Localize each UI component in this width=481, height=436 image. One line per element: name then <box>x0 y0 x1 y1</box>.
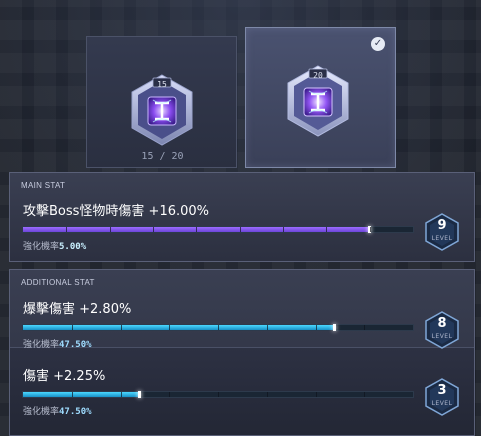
additional-stat-name: 爆擊傷害 +2.80% <box>23 302 132 317</box>
level-word: LEVEL <box>431 333 453 340</box>
chance-value: 47.50% <box>59 407 92 417</box>
main-stat-panel: MAIN STAT 攻擊Boss怪物時傷害 +16.00% 強化機率5.00% … <box>9 172 475 262</box>
core-gem-icon: 20 <box>285 64 351 142</box>
chance-value: 47.50% <box>59 340 92 350</box>
bar-segment-divider <box>71 392 73 397</box>
additional-stat-panel: ADDITIONAL STAT 爆擊傷害 +2.80% 強化機率47.50% 8… <box>9 269 475 436</box>
level-number: 3 <box>437 383 447 398</box>
core-level-label: 20 <box>313 71 323 80</box>
core-progress-text: 15 / 20 <box>141 151 184 162</box>
bar-segment-divider <box>66 227 68 232</box>
hexagon-level-badge-icon: 9 LEVEL <box>424 213 460 251</box>
level-number: 8 <box>437 316 447 331</box>
bar-segment-divider <box>71 325 73 330</box>
core-gem-icon: 15 <box>129 73 195 151</box>
bar-segment-divider <box>266 392 268 397</box>
core-card-next[interactable]: ✓ 20 <box>245 27 396 168</box>
additional-stat-name: 傷害 +2.25% <box>23 369 106 384</box>
bar-segment-divider <box>169 325 171 330</box>
main-stat-chance: 強化機率5.00% <box>23 239 86 252</box>
bar-segment-divider <box>120 325 122 330</box>
level-word: LEVEL <box>431 400 453 407</box>
bar-segment-divider <box>364 325 366 330</box>
main-stat-header: MAIN STAT <box>21 181 66 190</box>
bar-segment-divider <box>364 392 366 397</box>
additional-stat-chance: 強化機率47.50% <box>23 404 92 417</box>
bar-segment-divider <box>218 325 219 330</box>
bar-segment-divider <box>218 392 219 397</box>
check-icon: ✓ <box>371 37 385 51</box>
bar-segment-divider <box>120 392 122 397</box>
bar-segment-divider <box>239 227 241 232</box>
bar-segment-divider <box>169 392 171 397</box>
chance-label: 強化機率 <box>23 407 60 417</box>
hexagon-level-badge-icon: 8 LEVEL <box>424 311 460 349</box>
level-word: LEVEL <box>431 235 453 242</box>
level-number: 9 <box>437 218 447 233</box>
chance-label: 強化機率 <box>23 242 60 252</box>
additional-stat-chance: 強化機率47.50% <box>23 337 92 350</box>
additional-stat-progress-bar <box>22 324 414 331</box>
bar-segment-divider <box>152 227 154 232</box>
core-level-label: 15 <box>157 80 167 89</box>
additional-stat-header: ADDITIONAL STAT <box>21 278 95 287</box>
bar-segment-divider <box>315 325 317 330</box>
bar-segment-divider <box>369 227 371 232</box>
bar-segment-divider <box>196 227 198 232</box>
bar-segment-divider <box>282 227 284 232</box>
chance-label: 強化機率 <box>23 340 60 350</box>
bar-segment-divider <box>315 392 317 397</box>
hexagon-level-badge-icon: 3 LEVEL <box>424 378 460 416</box>
main-stat-progress-bar <box>22 226 414 233</box>
bar-segment-divider <box>109 227 111 232</box>
bar-segment-divider <box>266 325 268 330</box>
bar-segment-divider <box>326 227 328 232</box>
additional-stat-progress-bar <box>22 391 414 398</box>
chance-value: 5.00% <box>59 242 87 252</box>
core-card-current[interactable]: 15 15 / 20 <box>86 36 237 168</box>
main-stat-name: 攻擊Boss怪物時傷害 +16.00% <box>23 204 210 219</box>
